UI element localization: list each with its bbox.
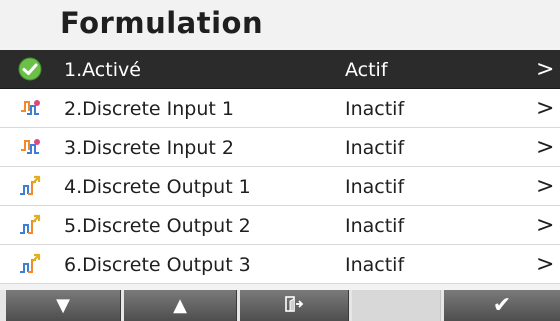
bottom-toolbar: ▼ ▲ ✔: [0, 290, 560, 321]
chevron-right-icon: >: [536, 135, 555, 160]
screen: Formulation 1.Activé Actif > 2.Discrete …: [0, 0, 560, 321]
list-item-status: Inactif: [345, 176, 405, 198]
chevron-right-icon: >: [536, 174, 555, 199]
empty-softkey: [352, 290, 441, 321]
chevron-right-icon: >: [536, 213, 555, 238]
page-title: Formulation: [60, 6, 264, 40]
list-item-status: Actif: [345, 59, 388, 81]
list-item-label: 2.Discrete Input 1: [64, 98, 234, 120]
list-item-status: Inactif: [345, 254, 405, 276]
settings-list: 1.Activé Actif > 2.Discrete Input 1 Inac…: [0, 50, 560, 284]
list-item[interactable]: 1.Activé Actif >: [0, 50, 560, 89]
arrow-up-icon: ▲: [173, 294, 187, 316]
chevron-right-icon: >: [536, 252, 555, 277]
discrete-output-icon: [18, 252, 42, 276]
list-item[interactable]: 2.Discrete Input 1 Inactif >: [0, 89, 560, 128]
list-item-label: 3.Discrete Input 2: [64, 137, 234, 159]
discrete-input-icon: [18, 135, 42, 159]
arrow-down-icon: ▼: [56, 294, 70, 316]
exit-icon: [284, 295, 304, 317]
scroll-up-button[interactable]: ▲: [124, 290, 237, 321]
list-item[interactable]: 5.Discrete Output 2 Inactif >: [0, 206, 560, 245]
chevron-right-icon: >: [536, 96, 555, 121]
list-item-status: Inactif: [345, 137, 405, 159]
list-item[interactable]: 6.Discrete Output 3 Inactif >: [0, 245, 560, 284]
list-item-status: Inactif: [345, 98, 405, 120]
list-item-label: 6.Discrete Output 3: [64, 254, 251, 276]
discrete-output-icon: [18, 213, 42, 237]
list-item-label: 4.Discrete Output 1: [64, 176, 251, 198]
list-item[interactable]: 4.Discrete Output 1 Inactif >: [0, 167, 560, 206]
check-circle-icon: [18, 57, 42, 81]
discrete-output-icon: [18, 174, 42, 198]
checkmark-icon: ✔: [492, 292, 512, 318]
list-item-label: 5.Discrete Output 2: [64, 215, 251, 237]
list-item-status: Inactif: [345, 215, 405, 237]
list-item-label: 1.Activé: [64, 59, 141, 81]
exit-button[interactable]: [240, 290, 349, 321]
scroll-down-button[interactable]: ▼: [6, 290, 121, 321]
list-item[interactable]: 3.Discrete Input 2 Inactif >: [0, 128, 560, 167]
chevron-right-icon: >: [536, 57, 555, 82]
title-bar: Formulation: [0, 0, 560, 50]
discrete-input-icon: [18, 96, 42, 120]
confirm-button[interactable]: ✔: [444, 290, 560, 321]
